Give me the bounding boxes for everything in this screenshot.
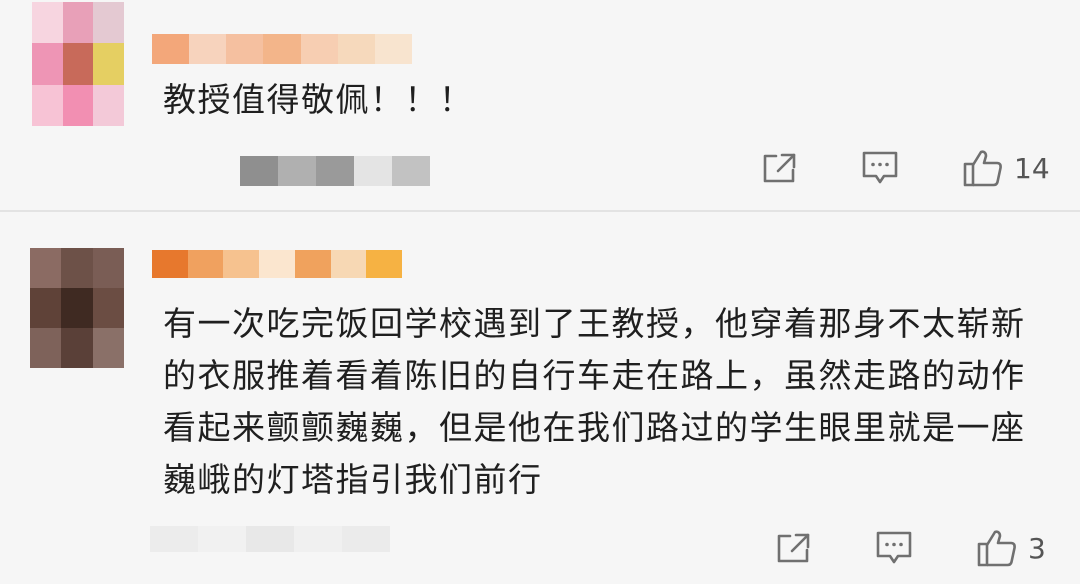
meta-pixel — [150, 526, 198, 552]
username-pixel — [300, 34, 338, 64]
username-pixel — [294, 250, 331, 278]
username-pixel — [189, 34, 227, 64]
like-count: 3 — [1028, 531, 1046, 565]
reply-icon — [876, 531, 912, 564]
avatar-pixel — [30, 288, 62, 328]
reply-button[interactable] — [874, 529, 914, 567]
username-pixel — [223, 250, 260, 278]
avatar-pixel — [30, 328, 62, 368]
avatar-pixel — [32, 43, 63, 85]
comment-meta-blurred — [150, 526, 390, 552]
reply-icon — [862, 151, 898, 184]
meta-pixel — [342, 526, 390, 552]
avatar-pixel — [61, 248, 93, 288]
divider — [0, 210, 1080, 212]
username-pixel — [337, 34, 375, 64]
avatar-pixel — [93, 43, 124, 85]
comment-item: 教授值得敬佩！！！ 14 — [0, 0, 1080, 212]
avatar-pixel — [62, 84, 94, 126]
avatar-pixel — [61, 328, 93, 368]
meta-pixel — [278, 156, 316, 186]
username-pixel — [152, 250, 188, 278]
avatar[interactable] — [30, 248, 124, 368]
meta-pixel — [354, 156, 392, 186]
comment-item: 有一次吃完饭回学校遇到了王教授，他穿着那身不太崭新的衣服推着看着陈旧的自行车走在… — [0, 214, 1080, 584]
avatar-pixel — [92, 248, 124, 288]
username-pixel — [187, 250, 224, 278]
username-pixel — [330, 250, 367, 278]
like-button[interactable]: 3 — [976, 528, 1046, 568]
username-blurred[interactable] — [152, 34, 412, 64]
avatar-pixel — [32, 2, 63, 44]
avatar[interactable] — [32, 2, 124, 126]
comment-actions: 14 — [760, 148, 1050, 188]
avatar-pixel — [30, 248, 62, 288]
username-pixel — [152, 34, 190, 64]
username-pixel — [226, 34, 264, 64]
thumbs-up-icon — [977, 530, 1016, 567]
meta-pixel — [240, 156, 278, 186]
username-pixel — [374, 34, 412, 64]
reply-button[interactable] — [860, 149, 900, 187]
username-pixel — [263, 34, 301, 64]
avatar-pixel — [32, 84, 63, 126]
username-pixel — [366, 250, 403, 278]
like-button[interactable]: 14 — [962, 148, 1050, 188]
thumbs-up-icon — [963, 150, 1002, 187]
avatar-pixel — [92, 328, 124, 368]
share-button[interactable] — [760, 151, 798, 185]
meta-pixel — [246, 526, 294, 552]
avatar-pixel — [93, 84, 124, 126]
comment-text: 有一次吃完饭回学校遇到了王教授，他穿着那身不太崭新的衣服推着看着陈旧的自行车走在… — [163, 304, 1026, 499]
meta-pixel — [294, 526, 342, 552]
avatar-pixel — [93, 2, 124, 44]
avatar-pixel — [92, 288, 124, 328]
share-icon — [777, 533, 810, 563]
comment-actions: 3 — [774, 528, 1046, 568]
avatar-pixel — [62, 2, 94, 44]
like-count: 14 — [1014, 151, 1050, 185]
share-button[interactable] — [774, 531, 812, 565]
username-pixel — [259, 250, 295, 278]
share-icon — [763, 153, 796, 183]
meta-pixel — [392, 156, 430, 186]
comment-meta-blurred — [240, 156, 430, 186]
avatar-pixel — [62, 43, 94, 85]
avatar-pixel — [61, 288, 93, 328]
meta-pixel — [198, 526, 246, 552]
username-blurred[interactable] — [152, 250, 403, 278]
meta-pixel — [316, 156, 354, 186]
comment-text: 教授值得敬佩！！！ — [163, 80, 474, 119]
